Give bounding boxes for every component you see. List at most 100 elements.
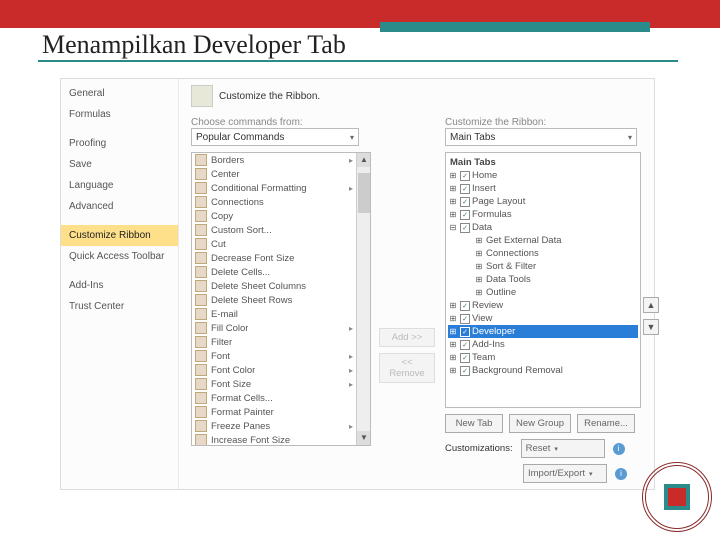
expand-icon[interactable]: ⊞ — [448, 327, 458, 336]
command-item[interactable]: Delete Cells... — [192, 265, 370, 279]
command-item[interactable]: Font Size▸ — [192, 377, 370, 391]
tree-node-formulas[interactable]: ⊞✓Formulas — [448, 208, 638, 221]
sidebar-item-trust-center[interactable]: Trust Center — [61, 296, 178, 317]
add-button[interactable]: Add >> — [379, 328, 435, 347]
import-export-button[interactable]: Import/Export▾ — [523, 464, 607, 483]
checkbox[interactable]: ✓ — [460, 223, 470, 233]
checkbox[interactable]: ✓ — [460, 366, 470, 376]
expand-icon[interactable]: ⊞ — [448, 171, 458, 180]
tree-node-background-removal[interactable]: ⊞✓Background Removal — [448, 364, 638, 377]
command-item[interactable]: Font Color▸ — [192, 363, 370, 377]
expand-icon[interactable]: ⊞ — [448, 197, 458, 206]
expand-icon[interactable]: ⊞ — [448, 184, 458, 193]
sidebar-item-add-ins[interactable]: Add-Ins — [61, 275, 178, 296]
sidebar-item-advanced[interactable]: Advanced — [61, 196, 178, 217]
command-item[interactable]: Format Cells... — [192, 391, 370, 405]
new-tab-button[interactable]: New Tab — [445, 414, 503, 433]
tree-node-get-external-data[interactable]: ⊞Get External Data — [448, 234, 638, 247]
move-down-button[interactable]: ▼ — [643, 319, 659, 335]
expand-icon[interactable]: ⊞ — [474, 262, 484, 271]
commands-listbox[interactable]: ▲ ▼ Borders▸CenterConditional Formatting… — [191, 152, 371, 446]
checkbox[interactable]: ✓ — [460, 210, 470, 220]
reset-button[interactable]: Reset▾ — [521, 439, 605, 458]
checkbox[interactable]: ✓ — [460, 353, 470, 363]
expand-icon[interactable]: ⊞ — [448, 340, 458, 349]
tree-node-developer[interactable]: ⊞✓Developer — [448, 325, 638, 338]
choose-commands-dropdown[interactable]: Popular Commands ▾ — [191, 128, 359, 146]
tree-node-data-tools[interactable]: ⊞Data Tools — [448, 273, 638, 286]
scroll-down-icon[interactable]: ▼ — [357, 431, 371, 445]
expand-icon[interactable]: ⊞ — [448, 210, 458, 219]
commands-scrollbar[interactable]: ▲ ▼ — [356, 153, 370, 445]
expand-icon[interactable]: ⊞ — [474, 236, 484, 245]
expand-icon[interactable]: ⊞ — [448, 366, 458, 375]
expand-icon[interactable]: ⊞ — [474, 275, 484, 284]
chevron-down-icon: ▾ — [350, 133, 354, 142]
command-item[interactable]: Connections — [192, 195, 370, 209]
move-up-button[interactable]: ▲ — [643, 297, 659, 313]
sidebar-item-proofing[interactable]: Proofing — [61, 133, 178, 154]
tree-node-page-layout[interactable]: ⊞✓Page Layout — [448, 195, 638, 208]
command-item[interactable]: Freeze Panes▸ — [192, 419, 370, 433]
scroll-up-icon[interactable]: ▲ — [357, 153, 371, 167]
command-item[interactable]: E-mail — [192, 307, 370, 321]
command-item[interactable]: Conditional Formatting▸ — [192, 181, 370, 195]
expand-icon[interactable]: ⊞ — [448, 353, 458, 362]
new-group-button[interactable]: New Group — [509, 414, 571, 433]
tree-node-data[interactable]: ⊟✓Data — [448, 221, 638, 234]
checkbox[interactable]: ✓ — [460, 314, 470, 324]
command-item[interactable]: Decrease Font Size — [192, 251, 370, 265]
sidebar-item-language[interactable]: Language — [61, 175, 178, 196]
customize-ribbon-dropdown[interactable]: Main Tabs ▾ — [445, 128, 637, 146]
tree-node-outline[interactable]: ⊞Outline — [448, 286, 638, 299]
command-icon — [195, 210, 207, 222]
tree-node-insert[interactable]: ⊞✓Insert — [448, 182, 638, 195]
command-item[interactable]: Filter — [192, 335, 370, 349]
command-label: E-mail — [211, 309, 238, 320]
command-item[interactable]: Borders▸ — [192, 153, 370, 167]
command-label: Delete Cells... — [211, 267, 270, 278]
page-title: Menampilkan Developer Tab — [42, 30, 346, 60]
tree-node-team[interactable]: ⊞✓Team — [448, 351, 638, 364]
tree-node-view[interactable]: ⊞✓View — [448, 312, 638, 325]
remove-button[interactable]: << Remove — [379, 353, 435, 383]
tabs-tree[interactable]: Main Tabs⊞✓Home⊞✓Insert⊞✓Page Layout⊞✓Fo… — [445, 152, 641, 408]
sidebar-item-quick-access-toolbar[interactable]: Quick Access Toolbar — [61, 246, 178, 267]
checkbox[interactable]: ✓ — [460, 184, 470, 194]
scroll-thumb[interactable] — [358, 173, 370, 213]
checkbox[interactable]: ✓ — [460, 340, 470, 350]
command-item[interactable]: Cut — [192, 237, 370, 251]
checkbox[interactable]: ✓ — [460, 327, 470, 337]
rename-button[interactable]: Rename... — [577, 414, 635, 433]
tree-node-review[interactable]: ⊞✓Review — [448, 299, 638, 312]
tree-node-connections[interactable]: ⊞Connections — [448, 247, 638, 260]
command-icon — [195, 238, 207, 250]
info-icon: i — [615, 468, 627, 480]
command-item[interactable]: Custom Sort... — [192, 223, 370, 237]
checkbox[interactable]: ✓ — [460, 171, 470, 181]
checkbox[interactable]: ✓ — [460, 197, 470, 207]
command-label: Font Color — [211, 365, 255, 376]
tree-node-sort-&-filter[interactable]: ⊞Sort & Filter — [448, 260, 638, 273]
command-item[interactable]: Format Painter — [192, 405, 370, 419]
command-item[interactable]: Increase Font Size — [192, 433, 370, 446]
command-item[interactable]: Copy — [192, 209, 370, 223]
collapse-icon[interactable]: ⊟ — [448, 223, 458, 232]
checkbox[interactable]: ✓ — [460, 301, 470, 311]
command-item[interactable]: Font▸ — [192, 349, 370, 363]
expand-icon[interactable]: ⊞ — [474, 288, 484, 297]
sidebar-item-save[interactable]: Save — [61, 154, 178, 175]
command-item[interactable]: Delete Sheet Columns — [192, 279, 370, 293]
tree-node-add-ins[interactable]: ⊞✓Add-Ins — [448, 338, 638, 351]
tree-node-home[interactable]: ⊞✓Home — [448, 169, 638, 182]
command-item[interactable]: Delete Sheet Rows — [192, 293, 370, 307]
expand-icon[interactable]: ⊞ — [448, 314, 458, 323]
command-item[interactable]: Fill Color▸ — [192, 321, 370, 335]
sidebar-item-general[interactable]: General — [61, 83, 178, 104]
expand-icon[interactable]: ⊞ — [474, 249, 484, 258]
command-icon — [195, 168, 207, 180]
sidebar-item-formulas[interactable]: Formulas — [61, 104, 178, 125]
sidebar-item-customize-ribbon[interactable]: Customize Ribbon — [61, 225, 178, 246]
command-item[interactable]: Center — [192, 167, 370, 181]
expand-icon[interactable]: ⊞ — [448, 301, 458, 310]
